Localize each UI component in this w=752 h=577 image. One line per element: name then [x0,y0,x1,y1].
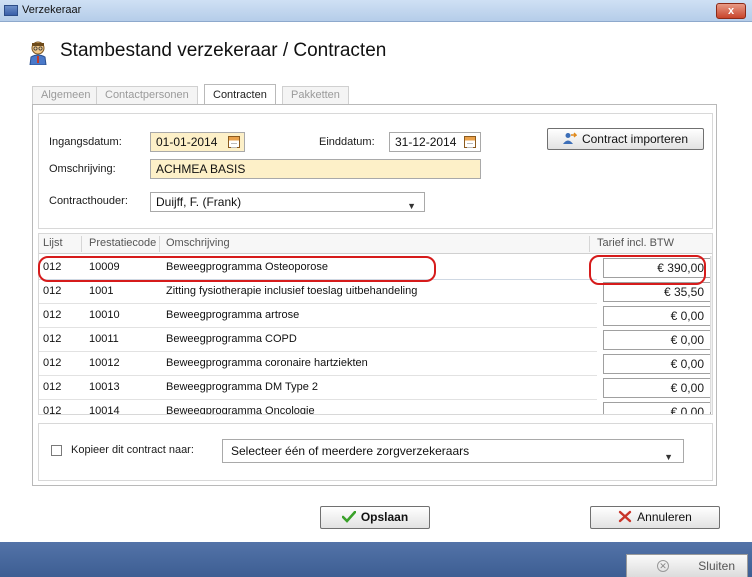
omschrijving-input[interactable]: ACHMEA BASIS [150,159,481,179]
cell-prestatiecode: 10014 [89,405,120,415]
window-close-button[interactable]: x [716,3,746,19]
column-header-tarief[interactable]: Tarief incl. BTW [597,237,674,249]
cell-tarief-input[interactable]: € 0,00 [603,354,711,374]
cell-prestatiecode: 10013 [89,381,120,393]
ingangsdatum-value: 01-01-2014 [156,135,218,149]
contract-importeren-button[interactable]: Contract importeren [547,128,704,150]
contracthouder-label: Contracthouder: [49,195,128,207]
calendar-icon[interactable] [464,136,476,148]
column-header-prestatiecode[interactable]: Prestatiecode [89,237,156,249]
cell-omschrijving: Beweegprogramma artrose [166,309,300,321]
checkmark-icon [341,511,356,523]
contract-panel: Ingangsdatum: 01-01-2014 Einddatum: 31-1… [32,104,717,486]
cell-prestatiecode: 10011 [89,333,119,345]
column-header-lijst[interactable]: Lijst [43,237,63,249]
opslaan-label: Opslaan [360,510,409,524]
chevron-down-icon[interactable]: ▼ [407,197,416,215]
cell-lijst: 012 [43,285,62,297]
cell-prestatiecode: 10010 [89,309,120,321]
import-people-icon [562,132,577,144]
omschrijving-label: Omschrijving: [49,163,116,175]
cell-omschrijving: Beweegprogramma COPD [166,333,297,345]
table-row[interactable]: 012 10014 Beweegprogramma Oncologie € 0,… [39,400,711,415]
user-avatar-icon [29,41,47,65]
omschrijving-value: ACHMEA BASIS [156,162,246,176]
contracthouder-select[interactable]: Duijff, F. (Frank) ▼ [150,192,425,212]
tab-contracten[interactable]: Contracten [204,84,276,105]
cell-lijst: 012 [43,261,62,273]
kopieer-label: Kopieer dit contract naar: [71,444,194,456]
ingangsdatum-label: Ingangsdatum: [49,136,122,148]
cell-lijst: 012 [43,309,62,321]
opslaan-button[interactable]: Opslaan [320,506,430,529]
window-titlebar: Verzekeraar x [0,0,752,22]
table-row[interactable]: 012 1001 Zitting fysiotherapie inclusief… [39,280,711,304]
zorgverzekeraars-select-value: Selecteer één of meerdere zorgverzekeraa… [231,444,470,458]
close-circle-icon: ✕ [657,560,669,572]
tab-algemeen[interactable]: Algemeen [32,86,100,104]
zorgverzekeraars-select[interactable]: Selecteer één of meerdere zorgverzekeraa… [222,439,684,463]
cell-lijst: 012 [43,405,62,415]
cell-lijst: 012 [43,357,62,369]
page-title: Stambestand verzekeraar / Contracten [60,40,387,61]
cell-omschrijving: Beweegprogramma coronaire hartziekten [166,357,368,369]
cell-tarief-input[interactable]: € 0,00 [603,306,711,326]
annuleren-label: Annuleren [637,510,692,524]
table-row[interactable]: 012 10010 Beweegprogramma artrose € 0,00 [39,304,711,328]
scroll-up-arrow-icon[interactable]: ▲ [711,256,712,268]
table-scrollbar[interactable]: ▲ ▼ [710,256,713,412]
import-button-label: Contract importeren [581,132,689,146]
column-header-omschrijving[interactable]: Omschrijving [166,237,230,249]
window-title: Verzekeraar [22,4,82,16]
app-window-icon [4,5,18,16]
cell-tarief-input[interactable]: € 390,00 [603,258,711,278]
cell-tarief-input[interactable]: € 0,00 [603,402,711,414]
cell-omschrijving: Beweegprogramma DM Type 2 [166,381,319,393]
table-row[interactable]: 012 10012 Beweegprogramma coronaire hart… [39,352,711,376]
cell-lijst: 012 [43,333,62,345]
annuleren-button[interactable]: Annuleren [590,506,720,529]
einddatum-label: Einddatum: [319,136,375,148]
cell-lijst: 012 [43,381,62,393]
table-row[interactable]: 012 10009 Beweegprogramma Osteoporose € … [39,256,711,280]
contracthouder-value: Duijff, F. (Frank) [156,195,242,209]
cell-prestatiecode: 10012 [89,357,120,369]
cell-tarief-input[interactable]: € 0,00 [603,378,711,398]
copy-contract-group: Kopieer dit contract naar: Selecteer één… [38,423,713,481]
cell-tarief-input[interactable]: € 0,00 [603,330,711,350]
scroll-down-arrow-icon[interactable]: ▼ [711,400,712,412]
cell-omschrijving: Beweegprogramma Oncologie [166,405,315,415]
tab-contactpersonen[interactable]: Contactpersonen [96,86,198,104]
table-row[interactable]: 012 10011 Beweegprogramma COPD € 0,00 [39,328,711,352]
prestatie-table: Lijst Prestatiecode Omschrijving Tarief … [38,233,713,415]
einddatum-value: 31-12-2014 [395,135,457,149]
sluiten-label: Sluiten [698,559,735,573]
cell-tarief-input[interactable]: € 35,50 [603,282,711,302]
ingangsdatum-field[interactable]: 01-01-2014 [150,132,245,152]
einddatum-field[interactable]: 31-12-2014 [389,132,481,152]
cancel-x-icon [618,510,632,523]
cell-prestatiecode: 1001 [89,285,114,297]
cell-prestatiecode: 10009 [89,261,120,273]
sluiten-button[interactable]: ✕ Sluiten [626,554,748,577]
calendar-icon[interactable] [228,136,240,148]
kopieer-checkbox[interactable] [51,445,62,456]
scrollbar-thumb[interactable] [712,270,713,288]
table-row[interactable]: 012 10013 Beweegprogramma DM Type 2 € 0,… [39,376,711,400]
contract-form-group: Ingangsdatum: 01-01-2014 Einddatum: 31-1… [38,113,713,229]
cell-omschrijving: Zitting fysiotherapie inclusief toeslag … [166,285,418,297]
cell-omschrijving: Beweegprogramma Osteoporose [166,261,329,273]
tab-pakketten[interactable]: Pakketten [282,86,349,104]
table-header: Lijst Prestatiecode Omschrijving Tarief … [39,234,712,254]
chevron-down-icon[interactable]: ▼ [664,446,673,468]
